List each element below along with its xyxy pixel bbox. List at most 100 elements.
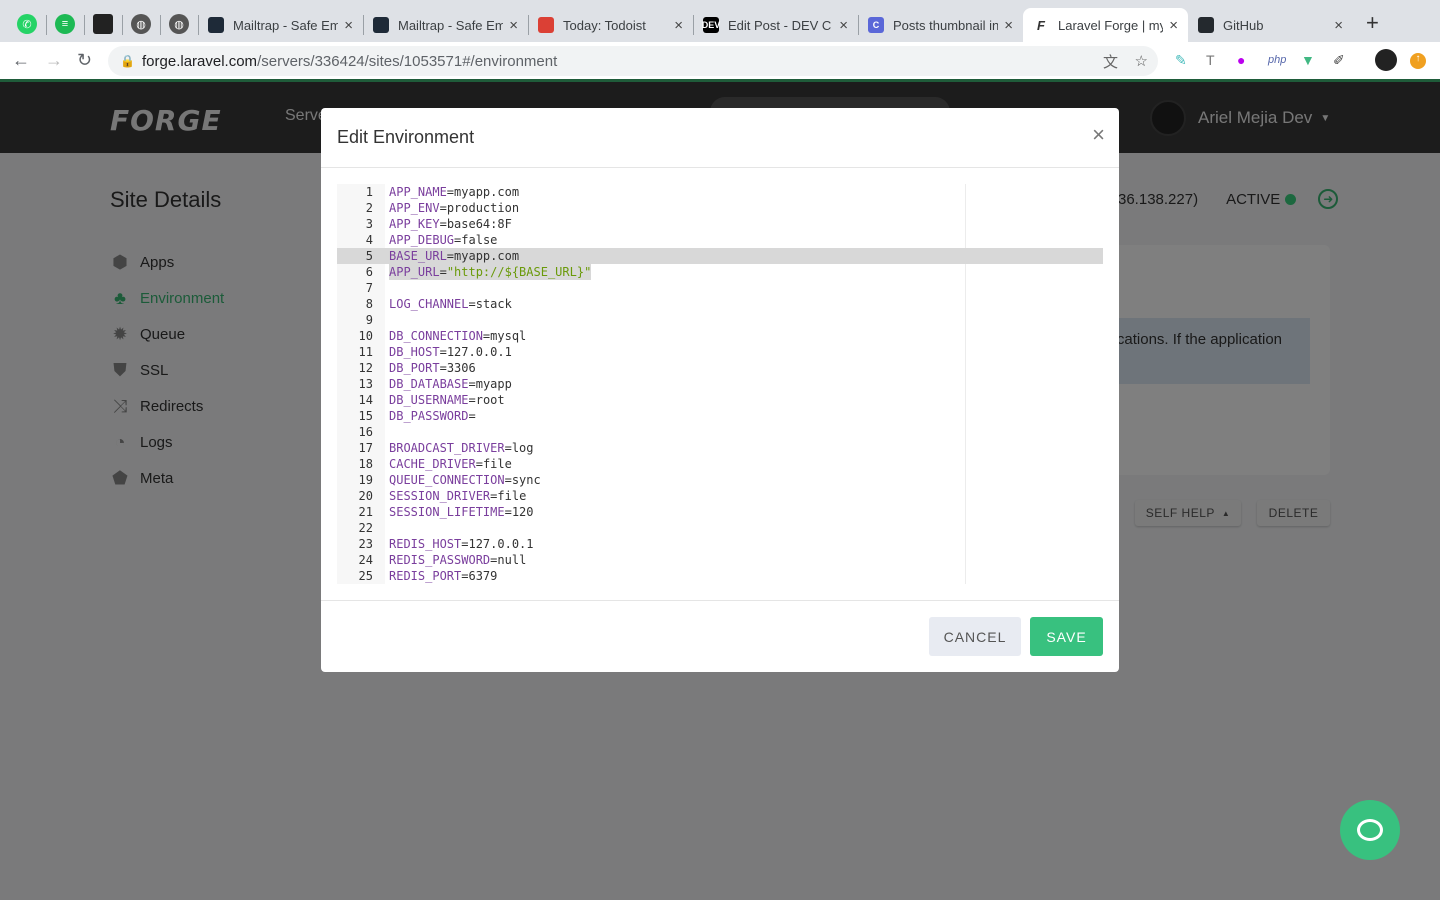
tab-favicon-icon: F xyxy=(1037,17,1045,33)
env-key: BROADCAST_DRIVER xyxy=(389,441,505,455)
env-key: REDIS_HOST xyxy=(389,537,462,551)
close-tab-icon[interactable]: × xyxy=(839,17,848,34)
env-key: APP_URL xyxy=(389,265,440,279)
env-key: APP_NAME xyxy=(389,185,447,199)
env-key: DB_DATABASE xyxy=(389,377,469,391)
browser-tab[interactable]: DEV Edit Post - DEV C × xyxy=(693,8,858,42)
globe-icon[interactable]: ◍ xyxy=(169,14,189,34)
tab-favicon-icon: DEV xyxy=(702,17,720,33)
text-icon[interactable]: T xyxy=(1206,52,1215,68)
editor-line: 14 DB_USERNAME=root xyxy=(337,392,1103,408)
line-number: 5 xyxy=(365,249,373,263)
pencil-icon[interactable]: ✐ xyxy=(1333,52,1345,69)
chat-support-button[interactable] xyxy=(1340,800,1400,860)
update-icon[interactable]: ↑ xyxy=(1410,53,1426,69)
env-key: CACHE_DRIVER xyxy=(389,457,476,471)
spotify-icon[interactable]: ≡ xyxy=(55,14,75,34)
line-number: 15 xyxy=(358,409,373,423)
env-editor[interactable]: 1 APP_NAME=myapp.com 2 APP_ENV=production 3 A… xyxy=(337,184,1103,584)
tab-favicon-icon xyxy=(1198,17,1214,33)
env-line-content: APP_DEBUG=false xyxy=(389,233,498,247)
tab-favicon-icon xyxy=(538,17,554,33)
env-value: myapp.com xyxy=(454,185,520,199)
env-line-content: CACHE_DRIVER=file xyxy=(389,457,512,471)
tab-favicon-icon xyxy=(208,17,224,33)
env-key: LOG_CHANNEL xyxy=(389,297,469,311)
translate-icon[interactable]: ⽂ xyxy=(1103,51,1118,72)
line-number: 25 xyxy=(358,569,373,583)
modal-title: Edit Environment xyxy=(337,127,475,147)
browser-tab[interactable]: Mailtrap - Safe Em × xyxy=(198,8,363,42)
env-line-content: DB_CONNECTION=mysql xyxy=(389,329,527,343)
env-value: base64:8F xyxy=(446,217,512,231)
editor-line: 24 REDIS_PASSWORD=null xyxy=(337,552,1103,568)
tab-title: Today: Todoist xyxy=(563,17,646,33)
browser-tab[interactable]: Today: Todoist × xyxy=(528,8,693,42)
browser-tab[interactable]: F Laravel Forge | my × xyxy=(1023,8,1188,42)
env-key: DB_USERNAME xyxy=(389,393,469,407)
editor-line: 12 DB_PORT=3306 xyxy=(337,360,1103,376)
extension-icon[interactable]: ● xyxy=(1237,52,1245,68)
env-key: QUEUE_CONNECTION xyxy=(389,473,505,487)
line-number: 3 xyxy=(365,217,373,231)
lock-icon: 🔒 xyxy=(120,54,135,68)
env-value: myapp xyxy=(475,377,512,391)
env-line-content: LOG_CHANNEL=stack xyxy=(389,297,512,311)
env-value: sync xyxy=(511,473,541,487)
cancel-button[interactable]: CANCEL xyxy=(929,617,1021,656)
browser-tab[interactable]: GitHub × xyxy=(1188,8,1353,42)
tab-title: Mailtrap - Safe Em xyxy=(398,17,504,33)
editor-line: 20 SESSION_DRIVER=file xyxy=(337,488,1103,504)
close-icon[interactable]: × xyxy=(1092,122,1105,148)
line-number: 2 xyxy=(365,201,373,215)
url-input[interactable]: 🔒 forge.laravel.com/servers/336424/sites… xyxy=(108,46,1158,76)
close-tab-icon[interactable]: × xyxy=(344,17,353,34)
back-icon[interactable]: ← xyxy=(12,50,30,71)
env-value: file xyxy=(497,489,527,503)
env-key: APP_ENV xyxy=(389,201,440,215)
env-key: SESSION_LIFETIME xyxy=(389,505,505,519)
editor-line: 15 DB_PASSWORD= xyxy=(337,408,1103,424)
vue-icon[interactable]: ▼ xyxy=(1301,52,1315,68)
editor-line: 5 BASE_URL=myapp.com xyxy=(337,248,1103,264)
tab-title: Edit Post - DEV C xyxy=(728,17,832,33)
eyedropper-icon[interactable]: ✎ xyxy=(1175,52,1187,69)
pinned-app-icon[interactable] xyxy=(93,14,113,34)
env-value: mysql xyxy=(490,329,527,343)
globe-icon[interactable]: ◍ xyxy=(131,14,151,34)
reload-icon[interactable]: ↻ xyxy=(77,50,92,71)
line-number: 17 xyxy=(358,441,373,455)
close-tab-icon[interactable]: × xyxy=(509,17,518,34)
close-tab-icon[interactable]: × xyxy=(674,17,683,34)
env-value: 3306 xyxy=(446,361,476,375)
new-tab-button[interactable]: + xyxy=(1366,10,1379,36)
php-extension[interactable]: php xyxy=(1268,54,1286,66)
editor-line: 21 SESSION_LIFETIME=120 xyxy=(337,504,1103,520)
editor-line: 23 REDIS_HOST=127.0.0.1 xyxy=(337,536,1103,552)
env-line-content: SESSION_LIFETIME=120 xyxy=(389,505,534,519)
env-key: DB_PASSWORD xyxy=(389,409,469,423)
divider xyxy=(321,167,1119,168)
line-number: 12 xyxy=(358,361,373,375)
forward-icon[interactable]: → xyxy=(45,50,63,71)
save-button[interactable]: SAVE xyxy=(1030,617,1103,656)
line-number: 22 xyxy=(358,521,373,535)
line-number: 21 xyxy=(358,505,373,519)
close-tab-icon[interactable]: × xyxy=(1169,17,1178,34)
close-tab-icon[interactable]: × xyxy=(1334,17,1343,34)
browser-tab[interactable]: Mailtrap - Safe Em × xyxy=(363,8,528,42)
editor-line: 22 xyxy=(337,520,1103,536)
env-value: log xyxy=(511,441,534,455)
env-line-content: REDIS_PASSWORD=null xyxy=(389,553,527,567)
line-number: 19 xyxy=(358,473,373,487)
star-icon[interactable]: ☆ xyxy=(1135,52,1148,70)
close-tab-icon[interactable]: × xyxy=(1004,17,1013,34)
whatsapp-icon[interactable]: ✆ xyxy=(17,14,37,34)
editor-line: 2 APP_ENV=production xyxy=(337,200,1103,216)
browser-tab[interactable]: C Posts thumbnail in × xyxy=(858,8,1023,42)
env-value: "http://${BASE_URL}" xyxy=(446,265,592,279)
editor-line: 7 xyxy=(337,280,1103,296)
line-number: 13 xyxy=(358,377,373,391)
profile-icon[interactable] xyxy=(1375,49,1397,71)
env-key: APP_KEY xyxy=(389,217,440,231)
